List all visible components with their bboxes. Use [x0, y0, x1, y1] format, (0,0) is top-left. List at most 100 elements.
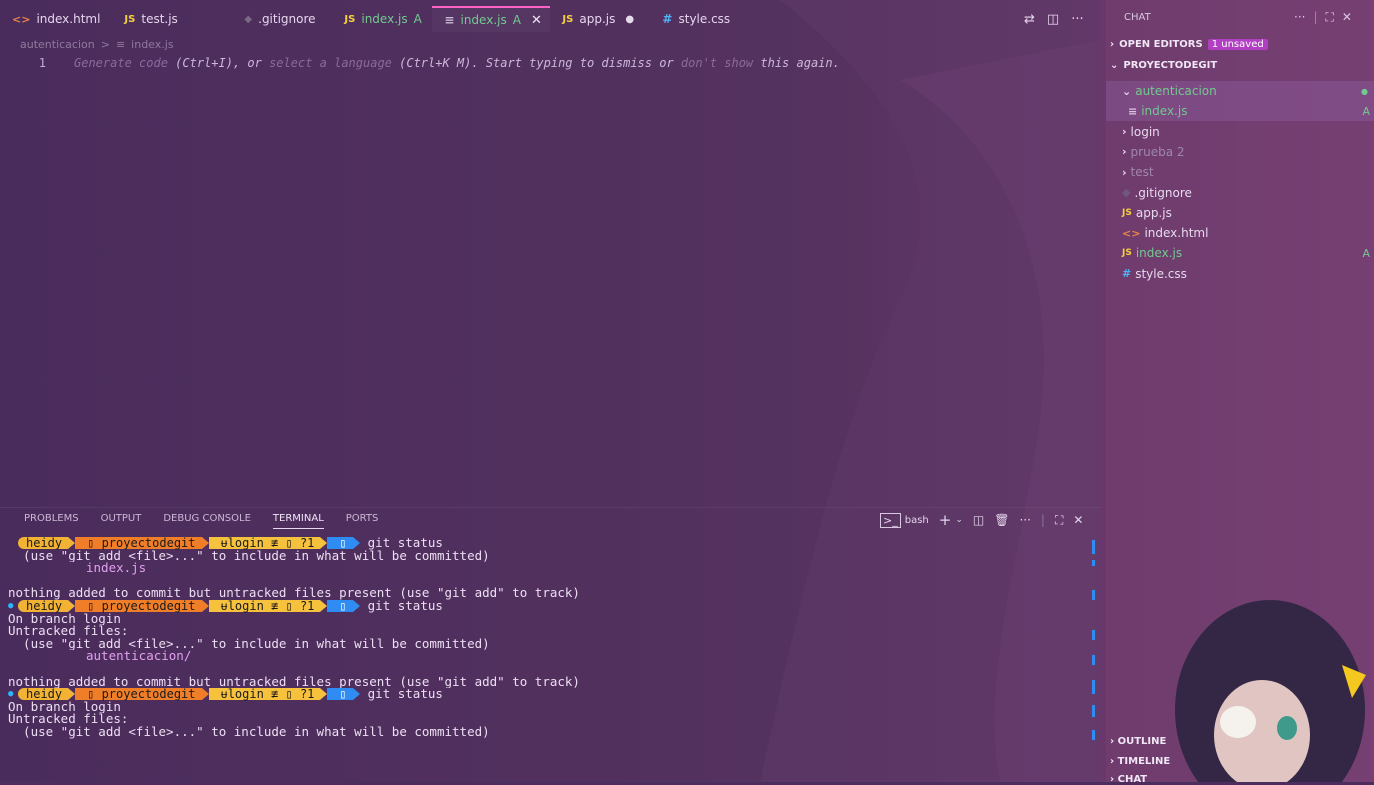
open-changes-icon[interactable]: ⇄ [1024, 12, 1035, 27]
tab-index-js-active[interactable]: ≡ index.js A ✕ [432, 6, 551, 32]
panel-tab-terminal[interactable]: TERMINAL [272, 513, 324, 529]
terminal-line: Untracked files: [8, 713, 129, 726]
tree-item-label: .gitignore [1134, 185, 1192, 200]
tab-label: index.js [361, 12, 408, 26]
tree-item-index-js[interactable]: JS index.js A [1106, 243, 1374, 263]
terminal-output[interactable]: heidy ▯ proyectodegit ᵾlogin ≢ ▯ ?1 ▯ git st… [8, 536, 1088, 782]
chevron-right-icon: › [1122, 165, 1127, 179]
more-actions-icon[interactable]: ··· [1071, 12, 1083, 27]
tab-index-html[interactable]: <> index.html [0, 6, 112, 32]
prompt-status: ▯ [327, 600, 353, 613]
open-editors-header[interactable]: › OPEN EDITORS 1 unsaved [1110, 39, 1268, 50]
powerline-arrow [68, 688, 76, 701]
split-terminal-icon[interactable]: ◫ [973, 513, 984, 527]
trash-icon[interactable]: 🗑 [994, 513, 1009, 527]
chevron-down-icon[interactable]: ⌄ [955, 515, 963, 525]
tree-item-label: app.js [1135, 205, 1172, 220]
tree-item-index-js[interactable]: ≡ index.js A [1106, 101, 1374, 122]
breadcrumb-folder[interactable]: autenticacion [20, 38, 95, 51]
tree-item-index-html[interactable]: <> index.html [1106, 223, 1374, 243]
add-terminal-icon[interactable]: + [939, 511, 952, 529]
tab-index-js-root[interactable]: JS index.js A [332, 6, 432, 32]
outline-section[interactable]: › OUTLINE [1110, 736, 1166, 747]
tree-item-label: autenticacion [1135, 84, 1217, 98]
terminal-prompt: ● heidy ▯ proyectodegit ᵾlogin ≢ ▯ ?1 ▯ git s… [8, 688, 1088, 701]
js-icon: JS [1122, 248, 1132, 259]
dont-show-link[interactable]: don't show [681, 56, 753, 70]
timeline-section[interactable]: › TIMELINE [1110, 756, 1170, 767]
powerline-arrow [320, 688, 328, 701]
tab-gitignore[interactable]: ◆ .gitignore [232, 6, 332, 32]
tab-test-js[interactable]: JS test.js [112, 6, 232, 32]
maximize-icon[interactable]: ⛶ [1055, 513, 1063, 528]
terminal-line: nothing added to commit but untracked fi… [8, 675, 580, 689]
close-icon[interactable]: ✕ [1073, 513, 1083, 527]
terminal-icon: >_ [880, 512, 901, 528]
git-icon: ◆ [1122, 186, 1131, 199]
powerline-arrow [201, 537, 209, 550]
powerline-arrow [68, 600, 76, 613]
terminal-command: git status [367, 686, 443, 702]
prompt-user: heidy [18, 537, 69, 550]
chevron-down-icon: ⌄ [1122, 84, 1132, 98]
git-added-badge: A [1362, 246, 1370, 260]
terminal-prompt: ● heidy ▯ proyectodegit ᵾlogin ≢ ▯ ?1 ▯ git s… [8, 597, 1088, 613]
split-editor-icon[interactable]: ◫ [1047, 12, 1059, 27]
tab-label: index.html [36, 12, 101, 26]
powerline-arrow [352, 537, 360, 550]
panel-tab-problems[interactable]: PROBLEMS [24, 513, 79, 529]
powerline-arrow [352, 688, 360, 701]
breadcrumb-file[interactable]: index.js [131, 38, 173, 51]
tab-app-js[interactable]: JS app.js ● [550, 6, 650, 32]
tree-item-autenticacion[interactable]: ⌄ autenticacion ● [1106, 81, 1374, 101]
text-file-icon: ≡ [1128, 104, 1138, 118]
more-actions-icon[interactable]: ··· [1019, 513, 1030, 527]
powerline-arrow [352, 600, 360, 613]
html-icon: <> [1122, 226, 1141, 240]
terminal-line: (use "git add <file>..." to include in w… [8, 725, 490, 739]
modified-dot-icon[interactable]: ● [625, 14, 634, 25]
hint-text: this again. [753, 56, 840, 70]
prompt-user: heidy [18, 600, 69, 613]
breadcrumb: autenticacion > ≡ index.js [20, 38, 174, 51]
maximize-icon[interactable]: ⛶ [1326, 10, 1334, 25]
tree-item-prueba-2[interactable]: › prueba 2 [1106, 142, 1374, 162]
untracked-file: index.js [86, 562, 147, 575]
tab-label: style.css [678, 12, 731, 26]
prompt-indicator-icon: ● [8, 689, 14, 700]
tree-item-label: index.html [1144, 226, 1209, 241]
hint-text: (Ctrl+I), or [167, 56, 270, 70]
tree-item-login[interactable]: › login [1106, 122, 1374, 142]
panel-tab-debug-console[interactable]: DEBUG CONSOLE [163, 513, 251, 529]
more-actions-icon[interactable]: ··· [1294, 10, 1305, 25]
prompt-indicator-icon: ● [8, 600, 14, 611]
tree-item-style-css[interactable]: # style.css [1106, 264, 1374, 284]
powerline-arrow [68, 537, 76, 550]
js-icon: JS [562, 13, 574, 25]
chevron-right-icon: › [1110, 39, 1115, 50]
tree-item-label: index.js [1141, 104, 1188, 119]
shell-label[interactable]: bash [905, 515, 929, 526]
panel-tab-output[interactable]: OUTPUT [101, 513, 142, 529]
select-language-link[interactable]: select a language [269, 56, 392, 70]
prompt-user: heidy [18, 688, 69, 701]
editor-tab-bar: <> index.html JS test.js ◆ .gitignore JS… [0, 6, 1100, 32]
editor-hint: Generate code (Ctrl+I), or select a lang… [74, 56, 840, 74]
chat-section[interactable]: › CHAT [1110, 774, 1147, 785]
tree-item-test[interactable]: › test [1106, 162, 1374, 182]
tree-item--gitignore[interactable]: ◆ .gitignore [1106, 183, 1374, 203]
close-icon[interactable]: ✕ [531, 13, 542, 28]
panel-divider [0, 507, 1100, 508]
close-icon[interactable]: ✕ [1342, 10, 1352, 25]
panel-tab-ports[interactable]: PORTS [346, 513, 379, 529]
project-header[interactable]: ⌄ PROYECTODEGIT [1110, 60, 1217, 71]
tab-style-css[interactable]: # style.css [650, 6, 742, 32]
git-added-badge: A [1362, 104, 1370, 118]
editor-line[interactable]: 1 Generate code (Ctrl+I), or select a la… [0, 56, 1100, 74]
generate-code-link[interactable]: Generate code [74, 56, 168, 70]
tree-item-app-js[interactable]: JS app.js [1106, 203, 1374, 223]
terminal-scrollbar[interactable] [1092, 540, 1095, 740]
tab-label: test.js [141, 12, 178, 26]
terminal-command: git status [367, 597, 443, 613]
